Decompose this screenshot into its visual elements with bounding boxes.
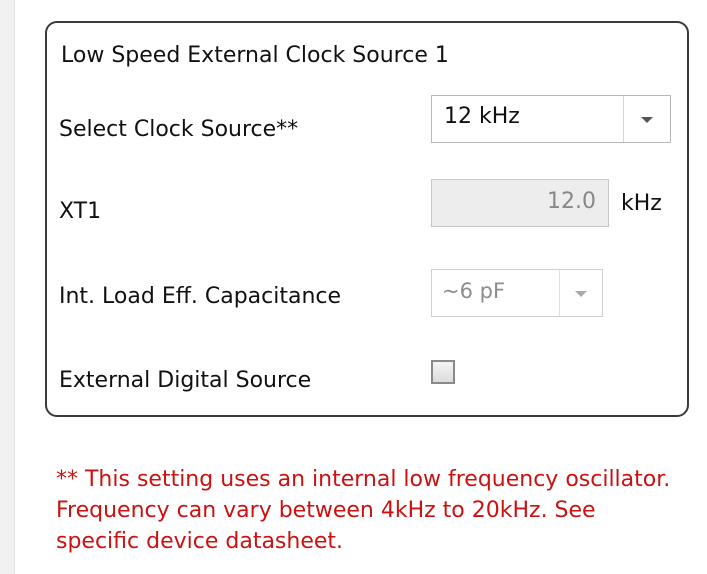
load-capacitance-dropdown-button	[559, 270, 602, 316]
load-capacitance-value: ~6 pF	[442, 279, 506, 303]
frequency-warning-note: ** This setting uses an internal low fre…	[56, 467, 671, 554]
external-digital-source-label: External Digital Source	[59, 368, 312, 393]
xt1-label: XT1	[59, 199, 102, 224]
external-digital-source-checkbox[interactable]	[431, 360, 455, 384]
clock-source-value: 12 kHz	[444, 104, 520, 129]
clock-source-dropdown-button[interactable]	[623, 96, 670, 142]
chevron-down-icon	[575, 291, 587, 297]
xt1-unit-label: kHz	[621, 191, 662, 216]
chevron-down-icon	[641, 117, 653, 123]
clock-settings-page: Low Speed External Clock Source 1 Select…	[14, 0, 707, 574]
load-capacitance-label: Int. Load Eff. Capacitance	[59, 284, 342, 309]
clock-source-dropdown[interactable]: 12 kHz	[431, 95, 671, 143]
select-clock-source-label: Select Clock Source**	[59, 117, 299, 142]
clock-source-group: Low Speed External Clock Source 1 Select…	[45, 21, 689, 417]
load-capacitance-dropdown: ~6 pF	[431, 269, 603, 317]
xt1-frequency-field: 12.0	[431, 179, 609, 227]
xt1-frequency-value: 12.0	[547, 189, 596, 214]
group-title: Low Speed External Clock Source 1	[61, 43, 449, 68]
